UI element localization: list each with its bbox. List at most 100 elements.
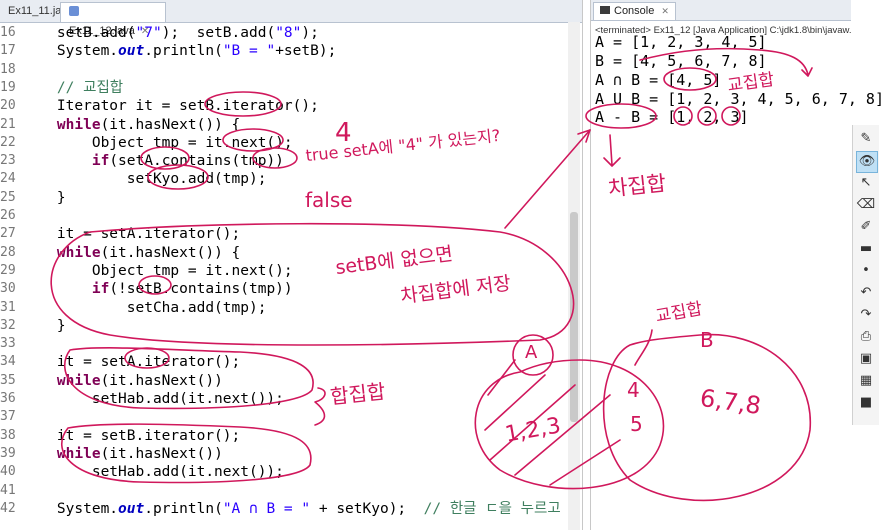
- stamp-icon[interactable]: ⎙: [856, 327, 876, 347]
- code-line[interactable]: setB.add("7"); setB.add("8");: [22, 24, 319, 42]
- tab-ex11-11[interactable]: Ex11_11.java: [0, 2, 73, 21]
- code-line[interactable]: }: [22, 317, 66, 335]
- eye-icon[interactable]: 👁: [856, 151, 878, 173]
- code-token: while: [22, 372, 101, 389]
- code-line[interactable]: while(it.hasNext()): [22, 445, 223, 463]
- highlighter-icon[interactable]: ✐: [856, 217, 876, 237]
- close-icon[interactable]: ✕: [661, 6, 669, 16]
- code-line[interactable]: it = setB.iterator();: [22, 427, 240, 445]
- code-line[interactable]: while(it.hasNext()) {: [22, 116, 240, 134]
- editor-scrollbar[interactable]: [568, 22, 580, 530]
- code-token: }: [22, 189, 66, 206]
- line-number: 39: [0, 445, 16, 461]
- code-line[interactable]: setKyo.add(tmp);: [22, 170, 267, 188]
- line-number: 42: [0, 500, 16, 516]
- console-output-line: A = [1, 2, 3, 4, 5]: [595, 33, 767, 51]
- video-icon[interactable]: ▦: [856, 371, 876, 391]
- console-tab-label: Console: [614, 5, 655, 17]
- code-line[interactable]: setHab.add(it.next());: [22, 390, 284, 408]
- code-token: out: [118, 43, 145, 60]
- line-number: 23: [0, 153, 16, 169]
- code-token: Object tmp = it.next();: [22, 134, 293, 151]
- code-line[interactable]: Iterator it = setB.iterator();: [22, 97, 319, 115]
- code-token: (!setB.contains(tmp)): [109, 281, 293, 298]
- line-number: 33: [0, 336, 16, 352]
- code-token: (it.hasNext()): [100, 372, 223, 389]
- code-line[interactable]: if(!setB.contains(tmp)): [22, 280, 293, 298]
- console-tab-bar: Console ✕: [591, 0, 851, 21]
- code-token: it = setB.iterator();: [22, 427, 241, 444]
- code-token: (it.hasNext()): [100, 445, 223, 462]
- code-token: "A ∩ B = ": [222, 500, 311, 517]
- code-line[interactable]: System.out.println("A ∩ B = " + setKyo);…: [22, 500, 561, 518]
- console-icon: [600, 6, 610, 14]
- scrollbar-thumb[interactable]: [570, 212, 578, 422]
- code-token: setCha.add(tmp);: [22, 299, 267, 316]
- code-token: +setB);: [275, 43, 337, 60]
- line-number: 22: [0, 134, 16, 150]
- code-token: // 교집합: [22, 79, 124, 96]
- pointer-icon[interactable]: ↖: [856, 173, 876, 193]
- code-token: it = setA.iterator();: [22, 354, 241, 371]
- screenshot-icon[interactable]: ▣: [856, 349, 876, 369]
- code-line[interactable]: it = setA.iterator();: [22, 225, 240, 243]
- code-token: ); setB.add(: [161, 25, 276, 41]
- code-token: );: [301, 25, 319, 41]
- line-number: 31: [0, 299, 16, 315]
- tab-ex11-12[interactable]: Ex11_12.java ✕: [60, 2, 166, 37]
- code-token: out: [118, 500, 145, 517]
- line-number: 25: [0, 189, 16, 205]
- line-number: 30: [0, 281, 16, 297]
- code-token: (it.hasNext()) {: [100, 244, 241, 261]
- code-token: .println(: [144, 43, 223, 60]
- code-token: (it.hasNext()) {: [100, 116, 241, 133]
- code-line[interactable]: while(it.hasNext()) {: [22, 244, 240, 262]
- code-token: // 한글 ㄷ을 누르고: [423, 500, 561, 517]
- code-token: Object tmp = it.next();: [22, 262, 293, 279]
- dot-icon[interactable]: •: [856, 261, 876, 281]
- code-line[interactable]: while(it.hasNext()): [22, 372, 223, 390]
- line-number: 17: [0, 43, 16, 59]
- code-line[interactable]: // 교집합: [22, 79, 123, 97]
- code-line[interactable]: Object tmp = it.next();: [22, 134, 293, 152]
- code-line[interactable]: setCha.add(tmp);: [22, 299, 267, 317]
- code-token: setB.add(: [22, 25, 136, 41]
- line-number: 16: [0, 25, 16, 40]
- line-number: 38: [0, 427, 16, 443]
- line-number: 35: [0, 372, 16, 388]
- redo-icon[interactable]: ↷: [856, 305, 876, 325]
- line-number: 20: [0, 98, 16, 114]
- pen-icon[interactable]: ✎: [856, 129, 876, 149]
- eraser-icon[interactable]: ⌫: [856, 195, 876, 215]
- tab-console[interactable]: Console ✕: [593, 2, 676, 20]
- editor-tab-bar: Ex11_11.java Ex11_12.java ✕: [0, 0, 582, 37]
- line-number: 41: [0, 482, 16, 498]
- line-number: 29: [0, 262, 16, 278]
- code-line[interactable]: }: [22, 189, 66, 207]
- code-token: }: [22, 317, 66, 334]
- code-line[interactable]: if(setA.contains(tmp)): [22, 152, 284, 170]
- line-number: 36: [0, 391, 16, 406]
- code-editor[interactable]: Ex11_11.java Ex11_12.java ✕ 16 setB.add("…: [0, 0, 583, 530]
- code-token: System.: [22, 500, 119, 517]
- undo-icon[interactable]: ↶: [856, 283, 876, 303]
- line-number: 24: [0, 171, 16, 187]
- code-token: while: [22, 445, 101, 462]
- code-line[interactable]: Object tmp = it.next();: [22, 262, 293, 280]
- code-token: System.: [22, 43, 119, 60]
- code-token: Iterator it = setB.iterator();: [22, 98, 319, 115]
- code-token: (setA.contains(tmp)): [109, 153, 284, 170]
- code-token: "8": [275, 25, 302, 41]
- line-number: 32: [0, 317, 16, 333]
- console-output-line: A - B = [1, 2, 3]: [595, 108, 749, 126]
- color-palette-icon[interactable]: ■: [856, 393, 876, 413]
- code-token: "7": [135, 25, 162, 41]
- code-line[interactable]: setHab.add(it.next());: [22, 463, 284, 481]
- line-number: 27: [0, 226, 16, 242]
- code-line[interactable]: System.out.println("B = "+setB);: [22, 42, 336, 60]
- ruler-icon[interactable]: ▬: [856, 239, 876, 259]
- code-line[interactable]: it = setA.iterator();: [22, 353, 240, 371]
- code-token: while: [22, 116, 101, 133]
- line-number: 18: [0, 61, 16, 77]
- line-number: 26: [0, 208, 16, 223]
